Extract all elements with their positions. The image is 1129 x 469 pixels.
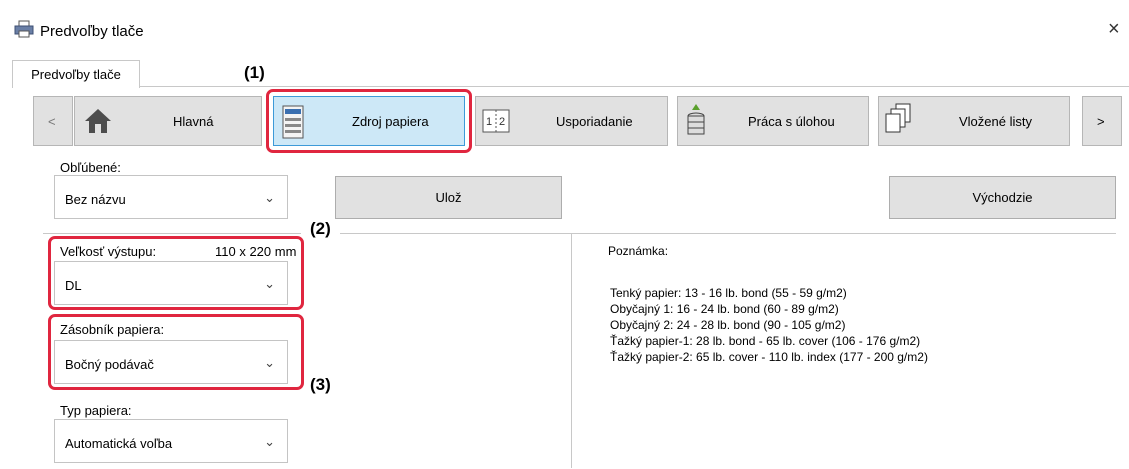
nav-button-main[interactable]: Hlavná (74, 96, 262, 146)
nav-prev-label: < (48, 114, 56, 129)
save-button[interactable]: Ulož (335, 176, 562, 219)
nav-button-layout[interactable]: 1 2 Usporiadanie (475, 96, 668, 146)
favorites-value: Bez názvu (65, 192, 126, 207)
svg-text:2: 2 (499, 116, 505, 128)
paper-type-value: Automatická voľba (65, 436, 173, 451)
svg-text:1: 1 (486, 116, 492, 128)
tab-print-preferences[interactable]: Predvoľby tlače (12, 60, 140, 88)
printer-icon (14, 20, 34, 38)
inserted-sheets-icon (885, 103, 911, 133)
nav-button-job-handling-label: Práca s úlohou (748, 114, 835, 129)
nav-button-job-handling[interactable]: Práca s úlohou (677, 96, 869, 146)
nav-button-main-label: Hlavná (173, 114, 214, 129)
title-bar (0, 0, 1129, 56)
chevron-down-icon: ⌄ (264, 190, 275, 205)
nav-next-label: > (1097, 114, 1105, 129)
note-line: Obyčajný 2: 24 - 28 lb. bond (90 - 105 g… (610, 318, 846, 332)
vertical-separator (571, 233, 572, 468)
home-icon (85, 109, 111, 133)
paper-type-dropdown[interactable]: Automatická voľba ⌄ (54, 419, 288, 463)
job-stack-icon (687, 104, 705, 135)
paper-type-label: Typ papiera: (60, 403, 132, 418)
nav-button-inserted-sheets[interactable]: Vložené listy (878, 96, 1070, 146)
close-icon[interactable]: × (1108, 18, 1120, 41)
chevron-down-icon: ⌄ (264, 434, 275, 449)
nav-button-layout-label: Usporiadanie (556, 114, 633, 129)
defaults-button-label: Východzie (972, 190, 1033, 205)
note-line: Obyčajný 1: 16 - 24 lb. bond (60 - 89 g/… (610, 302, 839, 316)
note-line: Tenký papier: 13 - 16 lb. bond (55 - 59 … (610, 286, 847, 300)
layout-icon: 1 2 (482, 109, 510, 133)
separator-left (43, 233, 301, 234)
nav-button-inserted-sheets-label: Vložené listy (959, 114, 1032, 129)
note-line: Ťažký papier-2: 65 lb. cover - 110 lb. i… (610, 350, 928, 364)
save-button-label: Ulož (435, 190, 462, 205)
callout-3: (3) (310, 375, 331, 394)
highlight-2 (48, 236, 304, 310)
defaults-button[interactable]: Východzie (889, 176, 1116, 219)
note-line: Ťažký papier-1: 28 lb. bond - 65 lb. cov… (610, 334, 921, 348)
note-text: Tenký papier: 13 - 16 lb. bond (55 - 59 … (610, 285, 928, 365)
favorites-dropdown[interactable]: Bez názvu ⌄ (54, 175, 288, 219)
nav-next-button[interactable]: > (1082, 96, 1122, 146)
callout-1: (1) (244, 63, 265, 82)
window-title: Predvoľby tlače (40, 23, 144, 40)
separator-right (340, 233, 1116, 234)
highlight-1 (266, 89, 472, 153)
callout-2: (2) (310, 219, 331, 238)
highlight-3 (48, 314, 304, 390)
favorites-label: Obľúbené: (60, 160, 121, 175)
note-label: Poznámka: (608, 244, 669, 258)
nav-prev-button[interactable]: < (33, 96, 73, 146)
